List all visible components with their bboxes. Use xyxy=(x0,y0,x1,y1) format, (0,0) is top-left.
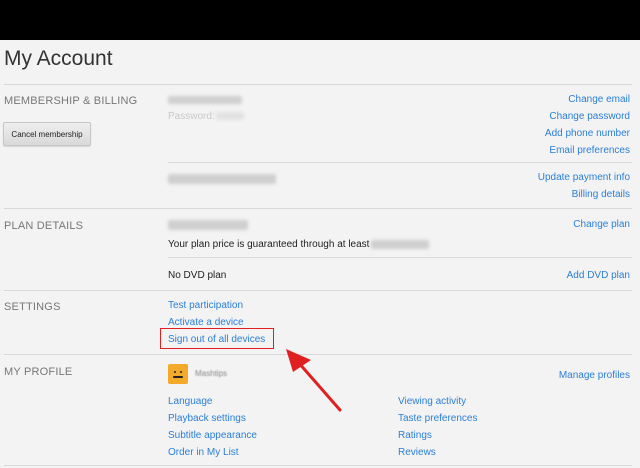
password-value-redacted xyxy=(216,112,244,120)
change-plan-link[interactable]: Change plan xyxy=(573,219,630,230)
avatar-eye-icon xyxy=(180,371,182,373)
divider xyxy=(4,208,632,209)
email-value-redacted xyxy=(168,96,242,104)
divider xyxy=(4,290,632,291)
reviews-link[interactable]: Reviews xyxy=(398,447,436,458)
change-password-link[interactable]: Change password xyxy=(549,111,630,122)
profile-name: Mashtips xyxy=(195,369,228,378)
taste-preferences-link[interactable]: Taste preferences xyxy=(398,413,478,424)
divider xyxy=(4,354,632,355)
viewing-activity-link[interactable]: Viewing activity xyxy=(398,396,466,407)
top-bar xyxy=(0,0,640,40)
cancel-membership-button[interactable]: Cancel membership xyxy=(3,122,91,146)
divider xyxy=(4,84,632,85)
divider xyxy=(4,465,632,466)
page-title: My Account xyxy=(4,47,113,70)
payment-method-redacted xyxy=(168,174,276,184)
divider xyxy=(168,162,632,163)
order-in-my-list-link[interactable]: Order in My List xyxy=(168,447,239,458)
section-title-settings: SETTINGS xyxy=(4,301,61,313)
ratings-link[interactable]: Ratings xyxy=(398,430,432,441)
email-preferences-link[interactable]: Email preferences xyxy=(549,145,630,156)
section-title-profile: MY PROFILE xyxy=(4,366,73,378)
price-date-redacted xyxy=(371,240,429,249)
highlight-box xyxy=(160,328,274,349)
activate-device-link[interactable]: Activate a device xyxy=(168,317,244,328)
dvd-plan-text: No DVD plan xyxy=(168,270,227,281)
update-payment-info-link[interactable]: Update payment info xyxy=(538,172,630,183)
password-label: Password: xyxy=(168,111,215,122)
test-participation-link[interactable]: Test participation xyxy=(168,300,243,311)
section-title-plan: PLAN DETAILS xyxy=(4,220,84,232)
language-link[interactable]: Language xyxy=(168,396,213,407)
avatar-eye-icon xyxy=(174,371,176,373)
avatar-mouth-icon xyxy=(173,376,183,378)
playback-settings-link[interactable]: Playback settings xyxy=(168,413,246,424)
plan-name-redacted xyxy=(168,220,248,230)
divider xyxy=(168,257,632,258)
avatar[interactable] xyxy=(168,364,188,384)
plan-price-text: Your plan price is guaranteed through at… xyxy=(168,239,370,250)
billing-details-link[interactable]: Billing details xyxy=(572,189,630,200)
change-email-link[interactable]: Change email xyxy=(568,94,630,105)
subtitle-appearance-link[interactable]: Subtitle appearance xyxy=(168,430,257,441)
add-dvd-plan-link[interactable]: Add DVD plan xyxy=(567,270,630,281)
manage-profiles-link[interactable]: Manage profiles xyxy=(559,370,630,381)
section-title-membership: MEMBERSHIP & BILLING xyxy=(4,95,138,107)
add-phone-number-link[interactable]: Add phone number xyxy=(545,128,630,139)
